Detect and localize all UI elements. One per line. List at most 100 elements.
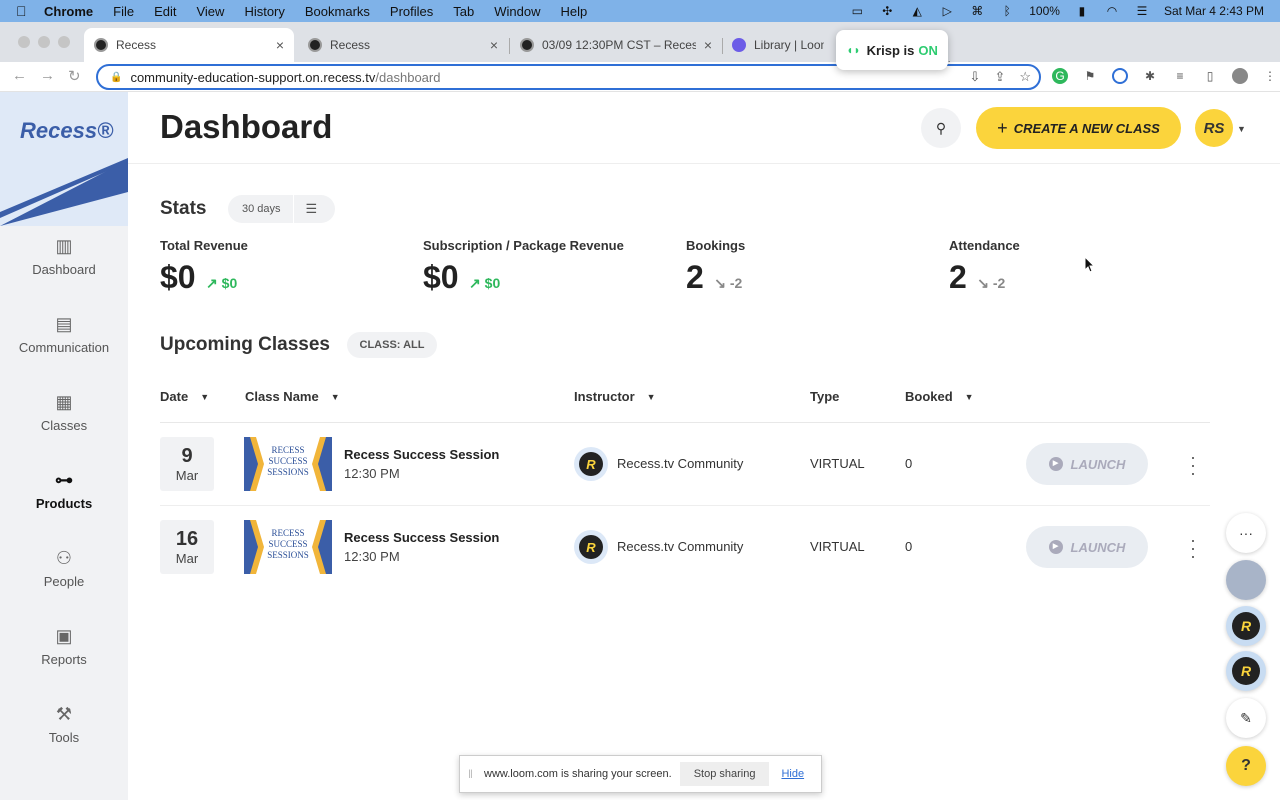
menu-bookmarks[interactable]: Bookmarks bbox=[305, 4, 370, 19]
krisp-icon[interactable]: ✣ bbox=[879, 5, 895, 17]
column-label: Type bbox=[810, 389, 840, 404]
class-thumbnail[interactable]: RECESS SUCCESS SESSIONS bbox=[244, 520, 332, 574]
class-name[interactable]: Recess Success Session bbox=[344, 447, 499, 462]
compose-button[interactable]: ✎ bbox=[1226, 698, 1266, 738]
stats-period-filter[interactable]: 30 days ☰ bbox=[228, 195, 335, 223]
menu-tab[interactable]: Tab bbox=[453, 4, 474, 19]
table-row[interactable]: 9 Mar RECESS SUCCESS SESSIONS Recess Suc… bbox=[160, 423, 1210, 506]
recess-bubble-button[interactable]: R bbox=[1226, 606, 1266, 646]
minimize-window-button[interactable] bbox=[38, 36, 50, 48]
clipboard-icon: ▣ bbox=[55, 626, 73, 646]
menu-help[interactable]: Help bbox=[561, 4, 588, 19]
airdrop-icon[interactable]: ⌘ bbox=[969, 5, 985, 17]
krisp-notification[interactable]: ◖◗ Krisp is ON bbox=[836, 30, 948, 70]
tab-loom-library[interactable]: Library | Loom bbox=[722, 28, 834, 62]
table-row[interactable]: 16 Mar RECESS SUCCESS SESSIONS Recess Su… bbox=[160, 506, 1210, 588]
class-name[interactable]: Recess Success Session bbox=[344, 530, 499, 545]
column-header-class-name[interactable]: Class Name ▼ bbox=[245, 389, 340, 404]
user-bubble-button[interactable] bbox=[1226, 560, 1266, 600]
recess-r-icon: R bbox=[1232, 657, 1260, 685]
grammarly-icon[interactable]: G bbox=[1052, 68, 1068, 84]
plus-icon: + bbox=[997, 117, 1008, 138]
sidebar-item-tools[interactable]: ⚒ Tools bbox=[0, 704, 128, 745]
close-icon[interactable]: × bbox=[490, 37, 498, 53]
menu-history[interactable]: History bbox=[244, 4, 284, 19]
column-header-booked[interactable]: Booked ▼ bbox=[905, 389, 974, 404]
column-header-type: Type bbox=[810, 389, 839, 404]
page-title: Dashboard bbox=[160, 108, 333, 145]
search-button[interactable]: ⚲ bbox=[921, 108, 961, 148]
column-header-date[interactable]: Date ▼ bbox=[160, 389, 209, 404]
class-filter-button[interactable]: CLASS: ALL bbox=[347, 332, 437, 358]
recess-bubble-button[interactable]: R bbox=[1226, 651, 1266, 691]
caret-down-icon[interactable]: ▼ bbox=[1237, 124, 1246, 134]
share-icon[interactable]: ⇪ bbox=[994, 69, 1005, 85]
create-class-label: CREATE A NEW CLASS bbox=[1013, 120, 1160, 136]
bar-chart-icon: ▥ bbox=[55, 236, 73, 256]
puzzle-icon[interactable]: ✱ bbox=[1142, 68, 1158, 84]
instructor-name: Recess.tv Community bbox=[617, 456, 744, 471]
more-options-icon[interactable]: · · · bbox=[1188, 531, 1198, 565]
side-panel-icon[interactable]: ▯ bbox=[1202, 68, 1218, 84]
close-window-button[interactable] bbox=[18, 36, 30, 48]
reading-list-icon[interactable]: ≡ bbox=[1172, 68, 1188, 84]
bookmark-icon[interactable]: ⚑ bbox=[1082, 68, 1098, 84]
close-icon[interactable]: × bbox=[704, 37, 712, 53]
lock-icon[interactable]: 🔒 bbox=[110, 72, 122, 83]
profile-avatar-icon[interactable] bbox=[1232, 68, 1248, 84]
menu-app-name[interactable]: Chrome bbox=[44, 4, 93, 19]
edit-icon: ✎ bbox=[1240, 709, 1252, 726]
close-icon[interactable]: × bbox=[276, 37, 284, 53]
back-icon[interactable]: ← bbox=[12, 67, 27, 84]
help-button[interactable]: ? bbox=[1226, 746, 1266, 786]
sidebar-item-classes[interactable]: ▦ Classes bbox=[0, 392, 128, 433]
forward-icon[interactable]: → bbox=[40, 67, 55, 84]
play-icon[interactable]: ▷ bbox=[939, 5, 955, 17]
sidebar-item-reports[interactable]: ▣ Reports bbox=[0, 626, 128, 667]
wifi-icon[interactable]: ◠ bbox=[1104, 5, 1120, 17]
recess-logo[interactable]: Recess® bbox=[20, 118, 113, 144]
sidebar-item-communication[interactable]: ▤ Communication bbox=[0, 314, 128, 355]
column-header-instructor[interactable]: Instructor ▼ bbox=[574, 389, 656, 404]
reload-icon[interactable]: ↻ bbox=[68, 67, 81, 85]
sidebar-item-dashboard[interactable]: ▥ Dashboard bbox=[0, 236, 128, 277]
extension-circle-icon[interactable] bbox=[1112, 68, 1128, 84]
create-class-button[interactable]: + CREATE A NEW CLASS bbox=[976, 107, 1181, 149]
menu-view[interactable]: View bbox=[196, 4, 224, 19]
menu-file[interactable]: File bbox=[113, 4, 134, 19]
tab-recess[interactable]: Recess × bbox=[298, 28, 508, 62]
sidebar-item-label: Reports bbox=[41, 652, 87, 667]
tab-event[interactable]: 03/09 12:30PM CST – Recess × bbox=[510, 28, 722, 62]
bookmark-star-icon[interactable]: ☆ bbox=[1019, 69, 1031, 85]
filter-icon[interactable]: ☰ bbox=[306, 201, 318, 217]
sidebar-item-label: Tools bbox=[48, 730, 80, 745]
bluetooth-icon[interactable]: ᛒ bbox=[999, 5, 1015, 17]
menu-window[interactable]: Window bbox=[494, 4, 540, 19]
booked-count: 0 bbox=[905, 456, 913, 471]
class-thumbnail[interactable]: RECESS SUCCESS SESSIONS bbox=[244, 437, 332, 491]
avatar[interactable]: RS bbox=[1195, 109, 1233, 147]
tab-recess-active[interactable]: Recess × bbox=[84, 28, 294, 62]
menu-profiles[interactable]: Profiles bbox=[390, 4, 433, 19]
install-app-icon[interactable]: ⇩ bbox=[970, 69, 981, 85]
sidebar-item-people[interactable]: ⚇ People bbox=[0, 548, 128, 589]
battery-icon[interactable]: ▮ bbox=[1074, 5, 1090, 17]
zoom-window-button[interactable] bbox=[58, 36, 70, 48]
sidebar: Recess® ▥ Dashboard ▤ Communication ▦ Cl… bbox=[0, 92, 128, 800]
more-vert-icon[interactable]: ⋮ bbox=[1262, 68, 1278, 84]
launch-button[interactable]: ▶ LAUNCH bbox=[1026, 443, 1148, 485]
clock[interactable]: Sat Mar 4 2:43 PM bbox=[1164, 4, 1264, 18]
drive-icon[interactable]: ◭ bbox=[909, 5, 925, 17]
hide-link[interactable]: Hide bbox=[781, 768, 804, 780]
control-center-icon[interactable]: ☰ bbox=[1134, 5, 1150, 17]
stop-sharing-button[interactable]: Stop sharing bbox=[679, 762, 770, 786]
more-options-icon[interactable]: · · · bbox=[1188, 448, 1198, 482]
menu-edit[interactable]: Edit bbox=[154, 4, 176, 19]
apple-icon[interactable]:  bbox=[16, 3, 32, 19]
more-horizontal-button[interactable]: ··· bbox=[1226, 513, 1266, 553]
drag-handle-icon[interactable]: ‖ bbox=[468, 767, 474, 781]
launch-button[interactable]: ▶ LAUNCH bbox=[1026, 526, 1148, 568]
sidebar-item-products[interactable]: ⊶ Products bbox=[0, 470, 128, 511]
screen-mirror-icon[interactable]: ▭ bbox=[849, 5, 865, 17]
stat-delta-value: -2 bbox=[992, 275, 1006, 291]
